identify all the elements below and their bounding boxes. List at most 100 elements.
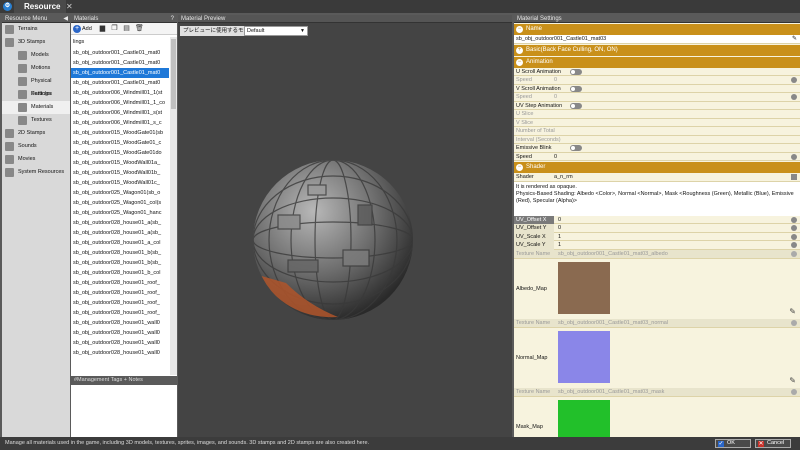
- preview-sphere[interactable]: [248, 155, 418, 325]
- reset-icon[interactable]: [791, 250, 797, 257]
- uv-row[interactable]: UV_Scale X 1: [514, 232, 800, 242]
- list-item[interactable]: sb_obj_outdoor028_house01_roof_: [71, 288, 169, 298]
- animation-row[interactable]: U Scroll Animation: [514, 68, 800, 76]
- list-item[interactable]: sb_obj_outdoor028_house01_wall0: [71, 338, 169, 348]
- duplicate-icon[interactable]: ❐: [111, 25, 118, 33]
- list-item[interactable]: sb_obj_outdoor028_house01_b(sb_: [71, 248, 169, 258]
- animation-section-header[interactable]: − Animation: [514, 56, 800, 68]
- edit-pencil-icon[interactable]: ✎: [792, 35, 797, 44]
- name-field[interactable]: sb_obj_outdoor001_Castle01_mat03 ✎: [514, 35, 800, 44]
- toggle-switch[interactable]: [570, 68, 582, 75]
- edit-texture-icon[interactable]: ✎: [789, 376, 796, 385]
- texture-thumbnail[interactable]: [558, 261, 610, 314]
- list-item[interactable]: sb_obj_outdoor028_house01_roof_: [71, 278, 169, 288]
- edit-texture-icon[interactable]: ✎: [789, 307, 796, 316]
- list-item[interactable]: sb_obj_outdoor015_WoodGate01(sb: [71, 128, 169, 138]
- sidebar-item-motions[interactable]: Motions: [2, 62, 70, 75]
- uv-row-value[interactable]: 1: [558, 241, 561, 250]
- animation-row-value[interactable]: 0: [554, 93, 557, 102]
- list-item[interactable]: sb_obj_outdoor006_Windmill01_s_c: [71, 118, 169, 128]
- list-item[interactable]: sb_obj_outdoor028_house01_a_col: [71, 238, 169, 248]
- shader-row[interactable]: Shader a_n_rm: [514, 173, 800, 182]
- list-item[interactable]: sb_obj_outdoor001_Castle01_mat0: [71, 58, 169, 68]
- reset-icon[interactable]: [791, 153, 797, 160]
- uv-row-value[interactable]: 0: [558, 216, 561, 225]
- sidebar-item-models[interactable]: Models: [2, 49, 70, 62]
- export-icon[interactable]: ▤: [123, 25, 130, 33]
- animation-row[interactable]: UV Step Animation: [514, 102, 800, 110]
- ok-button[interactable]: ✓ OK: [715, 439, 751, 448]
- list-item[interactable]: sb_obj_outdoor015_WoodGate01_c: [71, 138, 169, 148]
- toggle-switch[interactable]: [570, 85, 582, 92]
- list-item[interactable]: sb_obj_outdoor001_Castle01_mat0: [71, 48, 169, 58]
- animation-row[interactable]: Emissive Blink: [514, 144, 800, 153]
- animation-row[interactable]: V Scroll Animation: [514, 85, 800, 93]
- folder-icon[interactable]: ▆: [99, 25, 106, 33]
- sidebar-item-2d-stamps[interactable]: 2D Stamps: [2, 127, 70, 140]
- uv-row-value[interactable]: 0: [558, 224, 561, 233]
- list-item[interactable]: sb_obj_outdoor028_house01_a(sb_: [71, 218, 169, 228]
- scrollbar-thumb[interactable]: [171, 39, 176, 109]
- reset-icon[interactable]: [791, 242, 797, 248]
- shader-picker-icon[interactable]: [791, 174, 797, 180]
- list-item[interactable]: sb_obj_outdoor001_Castle01_mat0: [71, 68, 169, 78]
- list-item[interactable]: sb_obj_outdoor028_house01_roof_: [71, 298, 169, 308]
- management-tags-header[interactable]: #Management Tags + Notes: [71, 376, 177, 385]
- sidebar-item-sounds[interactable]: Sounds: [2, 140, 70, 153]
- list-item[interactable]: sb_obj_outdoor015_WoodWall01c_: [71, 178, 169, 188]
- list-item[interactable]: sb_obj_outdoor006_Windmill01_1(st: [71, 88, 169, 98]
- cancel-button[interactable]: ✕ Cancel: [755, 439, 791, 448]
- list-item[interactable]: sb_obj_outdoor006_Windmill01_s(st: [71, 108, 169, 118]
- list-item[interactable]: sb_obj_outdoor028_house01_wall0: [71, 328, 169, 338]
- sidebar-item-materials[interactable]: Materials: [2, 101, 70, 114]
- sidebar-item-movies[interactable]: Movies: [2, 153, 70, 166]
- toggle-switch[interactable]: [570, 145, 582, 151]
- basic-section-header[interactable]: + Basic(Back Face Culling, ON, ON): [514, 44, 800, 56]
- materials-scrollbar[interactable]: [170, 37, 177, 375]
- add-button[interactable]: + Add: [73, 25, 92, 33]
- collapse-icon[interactable]: ◀: [63, 15, 68, 23]
- texture-thumbnail[interactable]: [558, 330, 610, 383]
- reset-icon[interactable]: [791, 77, 797, 83]
- list-item[interactable]: sb_obj_outdoor028_house01_wall0: [71, 348, 169, 358]
- list-item[interactable]: sb_obj_outdoor015_WoodWall01a_: [71, 158, 169, 168]
- list-item[interactable]: sb_obj_outdoor015_WoodWall01b_: [71, 168, 169, 178]
- management-tags-area[interactable]: [71, 385, 177, 437]
- uv-row-value[interactable]: 1: [558, 233, 561, 242]
- animation-row[interactable]: Speed 0: [514, 153, 800, 162]
- list-item[interactable]: sb_obj_outdoor025_Wagon01_col(s: [71, 198, 169, 208]
- animation-row-value[interactable]: 0: [554, 76, 557, 85]
- reset-icon[interactable]: [791, 216, 797, 223]
- list-item[interactable]: sb_obj_outdoor025_Wagon01(sb_o: [71, 188, 169, 198]
- reset-icon[interactable]: [791, 388, 797, 395]
- list-item[interactable]: sb_obj_outdoor028_house01_roof_: [71, 308, 169, 318]
- close-tab-icon[interactable]: ✕: [66, 0, 74, 13]
- sidebar-item-system-resources[interactable]: System Resources: [2, 166, 70, 179]
- list-item[interactable]: sb_obj_outdoor025_Wagon01_hanc: [71, 208, 169, 218]
- uv-row[interactable]: UV_Offset Y 0: [514, 224, 800, 233]
- list-item[interactable]: sb_obj_outdoor015_WoodGate01do: [71, 148, 169, 158]
- toggle-switch[interactable]: [570, 102, 582, 109]
- reset-icon[interactable]: [791, 233, 797, 240]
- list-item[interactable]: sb_obj_outdoor001_Castle01_mat0: [71, 78, 169, 88]
- animation-row-value[interactable]: 0: [554, 153, 557, 162]
- list-item[interactable]: sb_obj_outdoor006_Windmill01_1_co: [71, 98, 169, 108]
- name-section-header[interactable]: − Name: [514, 24, 800, 35]
- sidebar-item-particles[interactable]: Particles: [2, 88, 70, 101]
- list-item[interactable]: sb_obj_outdoor028_house01_wall0: [71, 318, 169, 328]
- reset-icon[interactable]: [791, 94, 797, 100]
- list-item[interactable]: sb_obj_outdoor028_house01_b_col: [71, 268, 169, 278]
- search-field[interactable]: lings: [71, 37, 84, 47]
- preview-model-select[interactable]: Default ▼: [244, 26, 308, 36]
- uv-row[interactable]: UV_Scale Y 1: [514, 241, 800, 250]
- list-item[interactable]: sb_obj_outdoor028_house01_a(sb_: [71, 228, 169, 238]
- help-icon[interactable]: ?: [171, 15, 174, 23]
- sidebar-item-textures[interactable]: Textures: [2, 114, 70, 127]
- uv-row[interactable]: UV_Offset X 0: [514, 215, 800, 225]
- shader-section-header[interactable]: − Shader: [514, 162, 800, 173]
- reset-icon[interactable]: [791, 225, 797, 231]
- delete-icon[interactable]: 🗑: [135, 25, 144, 33]
- sidebar-item-terrains[interactable]: Terrains: [2, 23, 70, 36]
- reset-icon[interactable]: [791, 319, 797, 326]
- sidebar-item-physical-settings[interactable]: Physical Settings: [2, 75, 70, 97]
